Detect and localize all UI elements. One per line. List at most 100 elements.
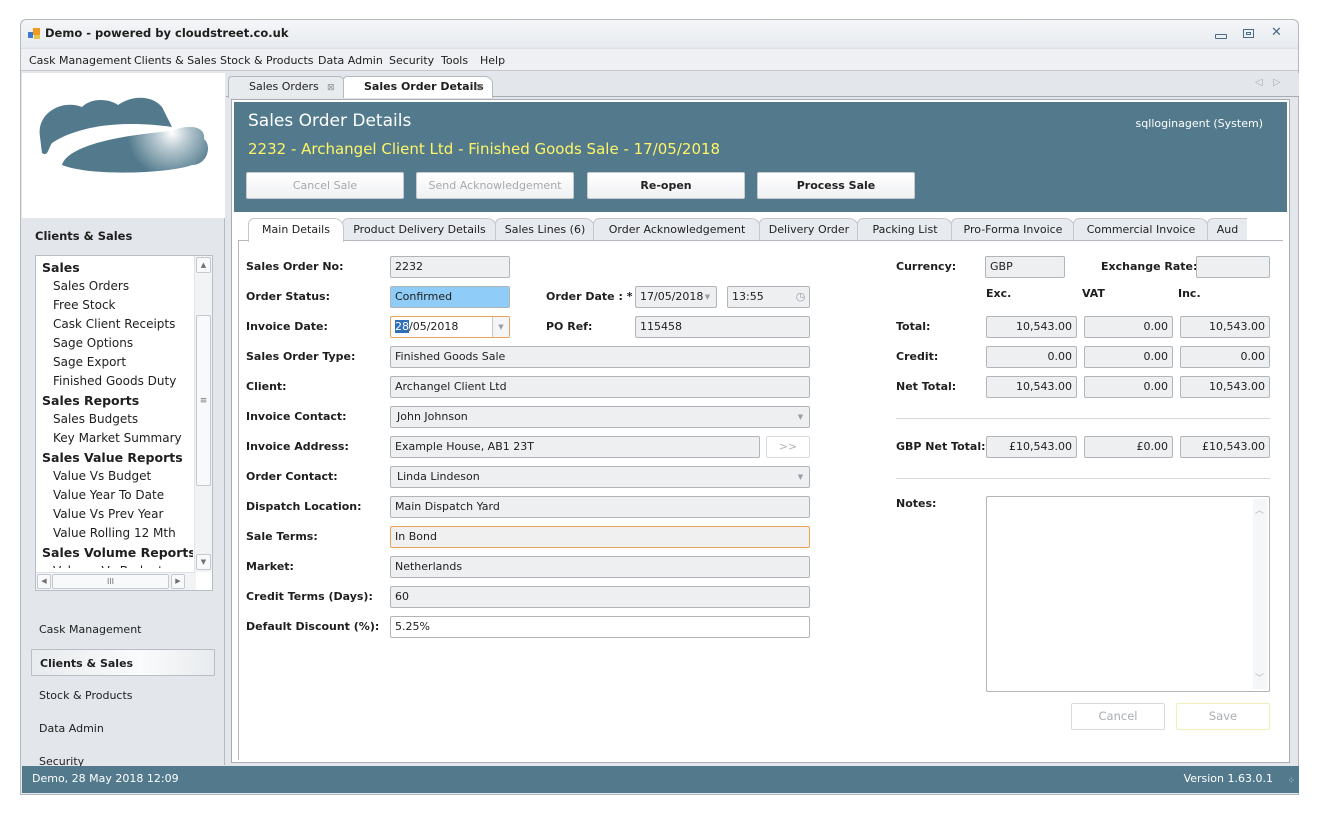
tree-item[interactable]: Cask Client Receipts [38,315,193,334]
nav-stock-products[interactable]: Stock & Products [31,682,215,709]
tree-vertical-scrollbar[interactable]: ▲ ≡ ▼ [194,256,212,572]
invoice-contact-select[interactable]: John Johnson ▼ [390,406,810,428]
order-date-label: Order Date : * [546,290,633,303]
invoice-address-expand-button[interactable]: >> [766,436,810,458]
tree-horizontal-scrollbar[interactable]: ◀ III ▶ [36,572,196,590]
tree-item[interactable]: Sage Options [38,334,193,353]
tree-item[interactable]: Value Rolling 12 Mth [38,524,193,543]
tree-item[interactable]: Value Year To Date [38,486,193,505]
invoice-address-field[interactable]: Example House, AB1 23T [390,436,760,458]
menu-data-admin[interactable]: Data Admin [318,54,383,67]
po-ref-label: PO Ref: [546,320,593,333]
currency-field[interactable]: GBP [985,256,1065,278]
sale-terms-field[interactable]: In Bond [390,526,810,548]
cancel-button[interactable]: Cancel [1071,703,1165,730]
divider [896,418,1270,419]
order-date-field[interactable]: 17/05/2018 ▼ [635,286,717,308]
chevron-down-icon[interactable]: ▼ [492,317,509,337]
notes-label: Notes: [896,497,937,510]
gbp-net-total-exc-field: £10,543.00 [986,436,1077,458]
doc-tab-sales-order-details[interactable]: Sales Order Details ⊠ [343,76,493,98]
invoice-contact-label: Invoice Contact: [246,410,347,423]
default-discount-field[interactable]: 5.25% [390,616,810,638]
reopen-button[interactable]: Re-open [587,172,745,199]
page-subtitle: 2232 - Archangel Client Ltd - Finished G… [248,140,721,158]
notes-scrollbar[interactable]: ︿ ﹀ [1253,499,1267,689]
nav-cask-management[interactable]: Cask Management [31,616,215,643]
tree-item[interactable]: Sales Budgets [38,410,193,429]
current-user: sqlloginagent (System) [1135,117,1263,130]
close-tab-icon[interactable]: ⊠ [475,78,483,98]
restore-button[interactable] [1243,29,1254,38]
tab-packing-list[interactable]: Packing List [857,218,953,241]
order-time-field[interactable]: 13:55 ◷ [727,286,810,308]
tree-item[interactable]: Finished Goods Duty [38,372,193,391]
market-field[interactable]: Netherlands [390,556,810,578]
tab-product-delivery-details[interactable]: Product Delivery Details [342,218,497,241]
sales-order-type-field[interactable]: Finished Goods Sale [390,346,810,368]
close-tab-icon[interactable]: ⊠ [327,78,335,98]
scroll-thumb[interactable]: ≡ [196,315,211,486]
scroll-up-button[interactable]: ▲ [196,257,211,273]
menu-security[interactable]: Security [389,54,434,67]
scroll-h-thumb[interactable]: III [52,574,169,589]
tab-order-acknowledgement[interactable]: Order Acknowledgement [593,218,761,241]
tab-audit[interactable]: Aud [1207,218,1247,241]
menu-help[interactable]: Help [480,54,505,67]
notes-textarea[interactable]: ︿ ﹀ [986,496,1270,692]
chevron-down-icon[interactable]: ▼ [792,467,809,487]
order-status-field[interactable]: Confirmed [390,286,510,308]
po-ref-field[interactable]: 115458 [635,316,810,338]
dispatch-location-field[interactable]: Main Dispatch Yard [390,496,810,518]
tab-sales-lines[interactable]: Sales Lines (6) [495,218,595,241]
tree-item[interactable]: Volume Vs Budget [38,562,193,568]
tree-item[interactable]: Value Vs Prev Year [38,505,193,524]
tab-scroll-left-icon[interactable]: ◁ [1255,77,1263,88]
menu-clients-sales[interactable]: Clients & Sales [134,54,216,67]
resize-grip-icon[interactable]: ⁘ [1287,776,1294,786]
tree-item[interactable]: Value Vs Budget [38,467,193,486]
menu-cask-management[interactable]: Cask Management [29,54,131,67]
order-contact-select[interactable]: Linda Lindeson ▼ [390,466,810,488]
scroll-right-button[interactable]: ▶ [171,574,185,589]
doc-tab-sales-orders[interactable]: Sales Orders ⊠ [228,76,346,98]
version-label: Version 1.63.0.1 [1183,772,1273,785]
nav-data-admin[interactable]: Data Admin [31,715,215,742]
tab-delivery-order[interactable]: Delivery Order [759,218,859,241]
chevron-down-icon[interactable]: ▼ [699,287,716,307]
app-window: Demo - powered by cloudstreet.co.uk ✕ Ca… [20,19,1299,795]
clock-icon[interactable]: ◷ [792,287,809,307]
credit-terms-field[interactable]: 60 [390,586,810,608]
chevron-down-icon[interactable]: ﹀ [1255,669,1264,689]
chevron-down-icon[interactable]: ▼ [792,407,809,427]
doc-tab-label: Sales Order Details [364,80,484,93]
menu-tools[interactable]: Tools [441,54,468,67]
tree-item[interactable]: Free Stock [38,296,193,315]
close-button[interactable]: ✕ [1271,25,1282,40]
exchange-rate-field[interactable] [1196,256,1270,278]
tree-item[interactable]: Sales Orders [38,277,193,296]
cancel-sale-button[interactable]: Cancel Sale [246,172,404,199]
menu-stock-products[interactable]: Stock & Products [220,54,314,67]
process-sale-button[interactable]: Process Sale [757,172,915,199]
tree-item[interactable]: Key Market Summary [38,429,193,448]
tab-commercial-invoice[interactable]: Commercial Invoice [1073,218,1209,241]
window-title: Demo - powered by cloudstreet.co.uk [45,26,289,40]
sales-order-no-field[interactable]: 2232 [390,256,510,278]
client-field[interactable]: Archangel Client Ltd [390,376,810,398]
credit-inc-field: 0.00 [1180,346,1270,368]
tab-main-details[interactable]: Main Details [248,218,344,242]
chevron-up-icon[interactable]: ︿ [1255,501,1264,521]
save-button[interactable]: Save [1176,703,1270,730]
tab-scroll-right-icon[interactable]: ▷ [1273,77,1281,88]
divider [896,478,1270,479]
scroll-left-button[interactable]: ◀ [37,574,51,589]
scroll-down-button[interactable]: ▼ [196,554,211,570]
invoice-date-field[interactable]: 28/05/2018 ▼ [390,316,510,338]
tree-item[interactable]: Sage Export [38,353,193,372]
nav-clients-sales[interactable]: Clients & Sales [31,649,215,676]
tab-pro-forma-invoice[interactable]: Pro-Forma Invoice [951,218,1075,241]
order-time-value: 13:55 [732,290,764,303]
send-acknowledgement-button[interactable]: Send Acknowledgement [416,172,574,199]
minimize-button[interactable] [1215,34,1227,39]
